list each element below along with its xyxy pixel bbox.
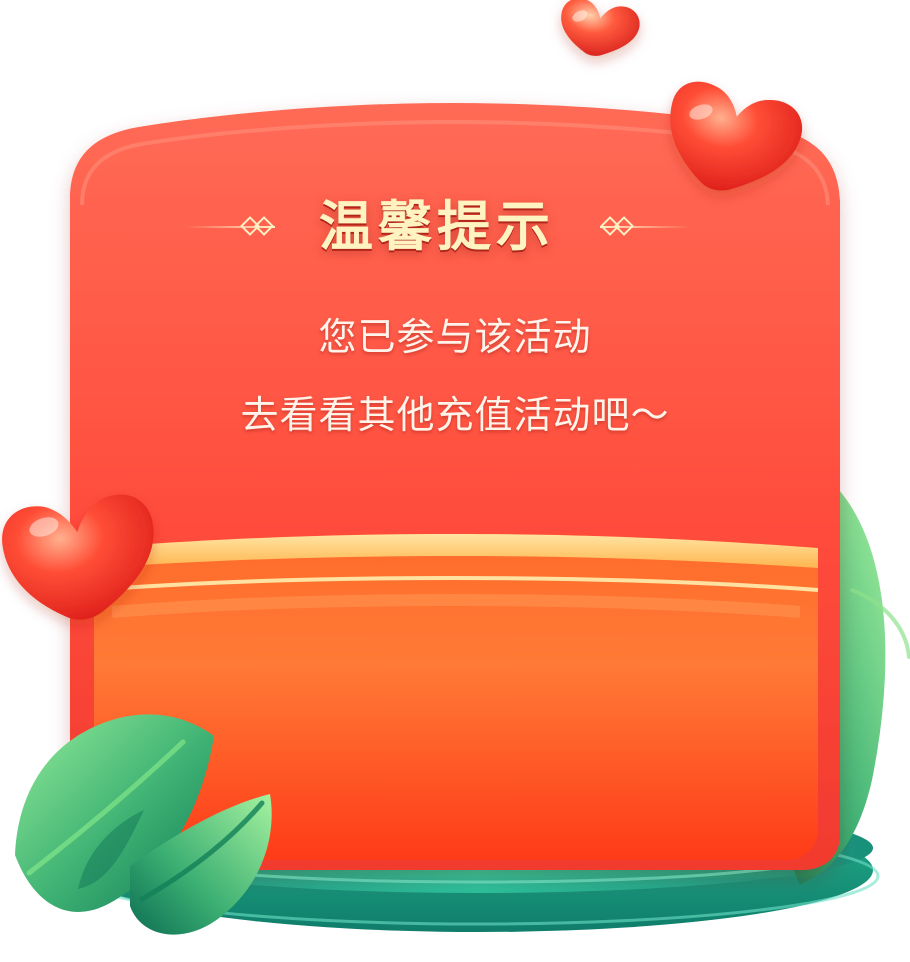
dialog-title: 温馨提示 [319, 195, 555, 258]
dialog-message-line-2: 去看看其他充值活动吧～ [240, 393, 670, 437]
dialog-title-wrap: 温馨提示 [185, 186, 690, 268]
dialog-message-line-1: 您已参与该活动 [318, 315, 592, 359]
warm-tips-dialog: 温馨提示 您已参与该活动 去看看其他充值活动吧～ [0, 0, 910, 962]
left-diamond-icon-2 [254, 216, 274, 236]
right-decor-line [600, 226, 690, 228]
heart-icon-top-small [561, 0, 640, 56]
card-pocket [93, 534, 819, 860]
dialog-illustration [2, 0, 910, 935]
